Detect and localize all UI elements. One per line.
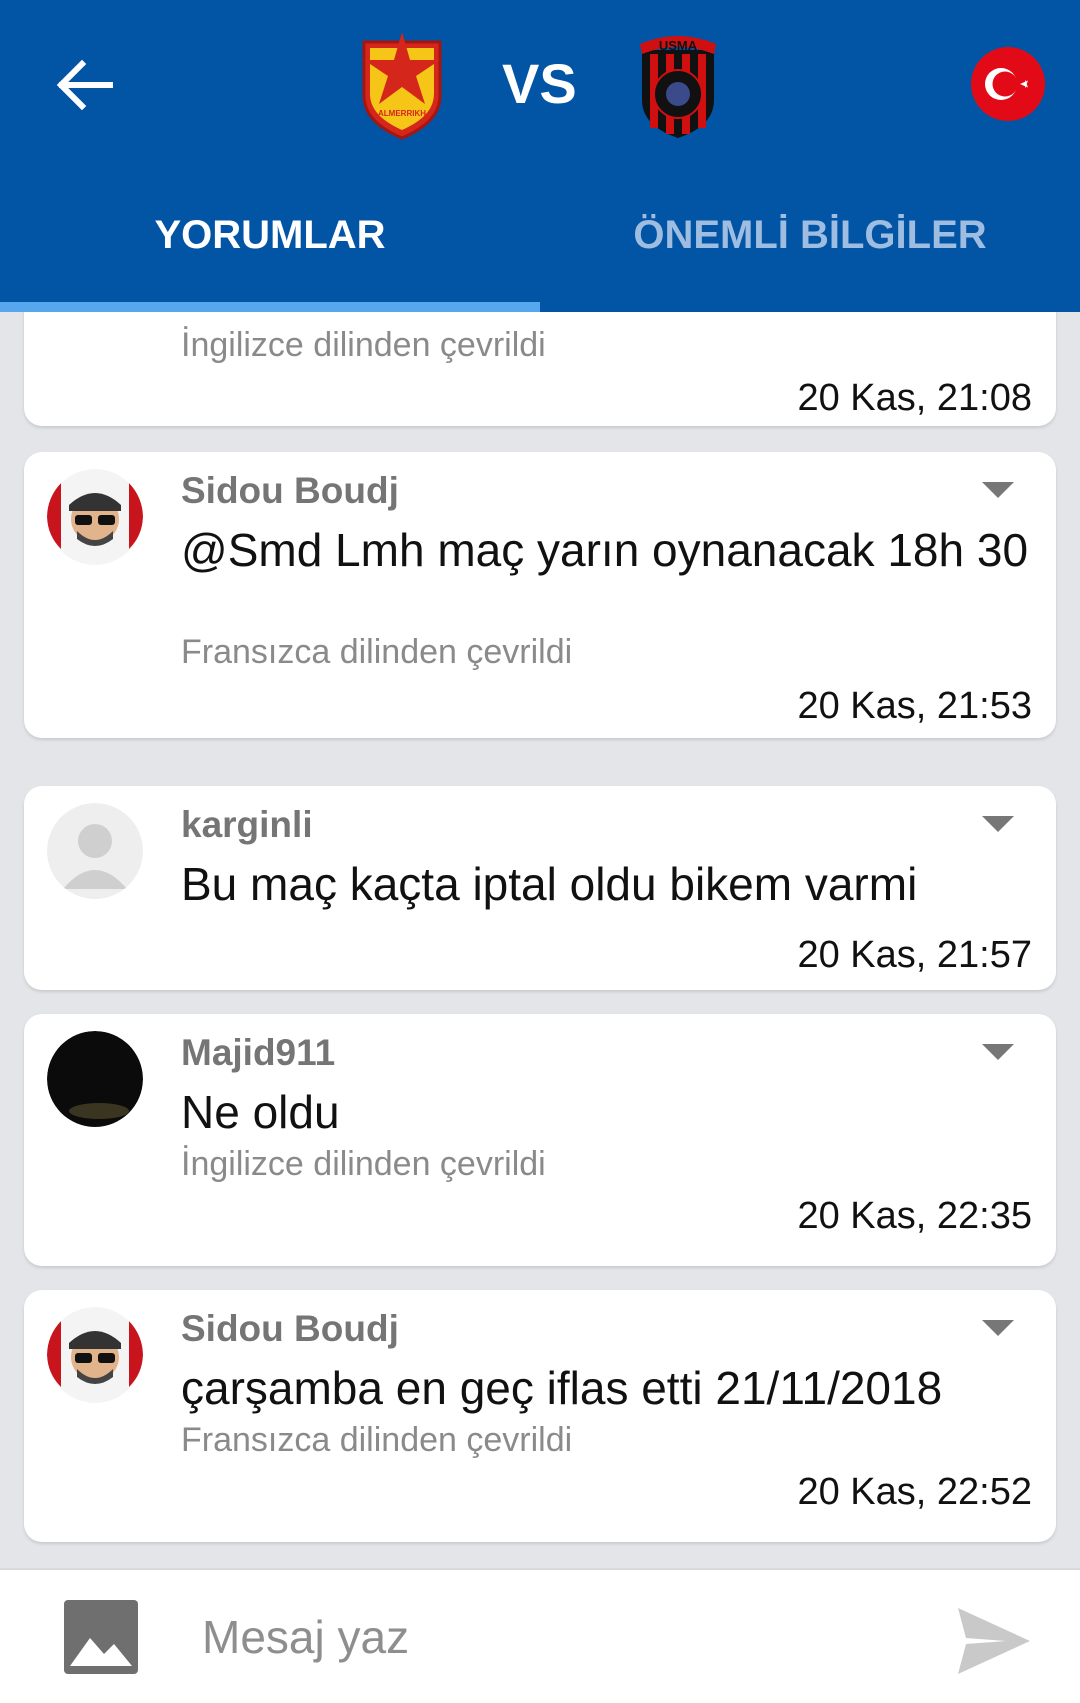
comment-time: 20 Kas, 21:53: [797, 685, 1032, 727]
vs-label: VS: [502, 52, 577, 115]
comment-card: karginli Bu maç kaçta iptal oldu bikem v…: [24, 786, 1056, 990]
comment-author: karginli: [181, 804, 313, 845]
tab-comments[interactable]: YORUMLAR: [0, 210, 540, 260]
comment-menu-caret-icon[interactable]: [982, 816, 1014, 832]
top-app-bar: ALMERRIKH VS USMA YORUMLAR ÖNEMLİ BİLGİL…: [0, 0, 1080, 312]
translation-note: Fransızca dilinden çevrildi: [181, 1421, 573, 1459]
comment-author: Sidou Boudj: [181, 1308, 399, 1349]
comment-time: 20 Kas, 21:08: [797, 377, 1032, 419]
comment-card: İngilizce dilinden çevrildi 20 Kas, 21:0…: [24, 312, 1056, 426]
message-composer: [0, 1568, 1080, 1703]
comment-message: Bu maç kaçta iptal oldu bikem varmi: [181, 858, 918, 910]
home-team-crest[interactable]: ALMERRIKH: [360, 30, 444, 140]
away-crest-text: USMA: [659, 38, 698, 53]
comment-message: çarşamba en geç iflas etti 21/11/2018: [181, 1362, 943, 1414]
comment-time: 20 Kas, 22:35: [797, 1195, 1032, 1237]
message-input[interactable]: [200, 1596, 904, 1678]
back-arrow-icon[interactable]: [50, 50, 120, 120]
comment-time: 20 Kas, 21:57: [797, 934, 1032, 976]
comment-card: Sidou Boudj çarşamba en geç iflas etti 2…: [24, 1290, 1056, 1542]
user-avatar[interactable]: [47, 803, 143, 899]
comment-menu-caret-icon[interactable]: [982, 482, 1014, 498]
translation-note: Fransızca dilinden çevrildi: [181, 633, 573, 671]
tab-important-info[interactable]: ÖNEMLİ BİLGİLER: [540, 210, 1080, 260]
user-avatar[interactable]: [47, 1307, 143, 1403]
comment-card: Majid911 Ne oldu İngilizce dilinden çevr…: [24, 1014, 1056, 1266]
comment-time: 20 Kas, 22:52: [797, 1471, 1032, 1513]
comment-card: Sidou Boudj @Smd Lmh maç yarın oynanacak…: [24, 452, 1056, 738]
comment-author: Majid911: [181, 1032, 336, 1073]
comment-message: @Smd Lmh maç yarın oynanacak 18h 30: [181, 524, 1029, 576]
active-tab-indicator: [0, 302, 540, 312]
away-team-crest[interactable]: USMA: [636, 30, 720, 140]
turkey-flag-icon[interactable]: [970, 46, 1046, 122]
comment-menu-caret-icon[interactable]: [982, 1320, 1014, 1336]
comment-menu-caret-icon[interactable]: [982, 1044, 1014, 1060]
send-icon[interactable]: [956, 1606, 1032, 1676]
home-crest-text: ALMERRIKH: [378, 109, 426, 118]
image-icon[interactable]: [64, 1600, 138, 1674]
user-avatar[interactable]: [47, 1031, 143, 1127]
comment-author: Sidou Boudj: [181, 470, 399, 511]
comment-list[interactable]: İngilizce dilinden çevrildi 20 Kas, 21:0…: [0, 312, 1080, 1568]
comment-message: Ne oldu: [181, 1086, 340, 1138]
translation-note: İngilizce dilinden çevrildi: [181, 1145, 546, 1183]
user-avatar[interactable]: [47, 469, 143, 565]
translation-note: İngilizce dilinden çevrildi: [181, 326, 546, 364]
